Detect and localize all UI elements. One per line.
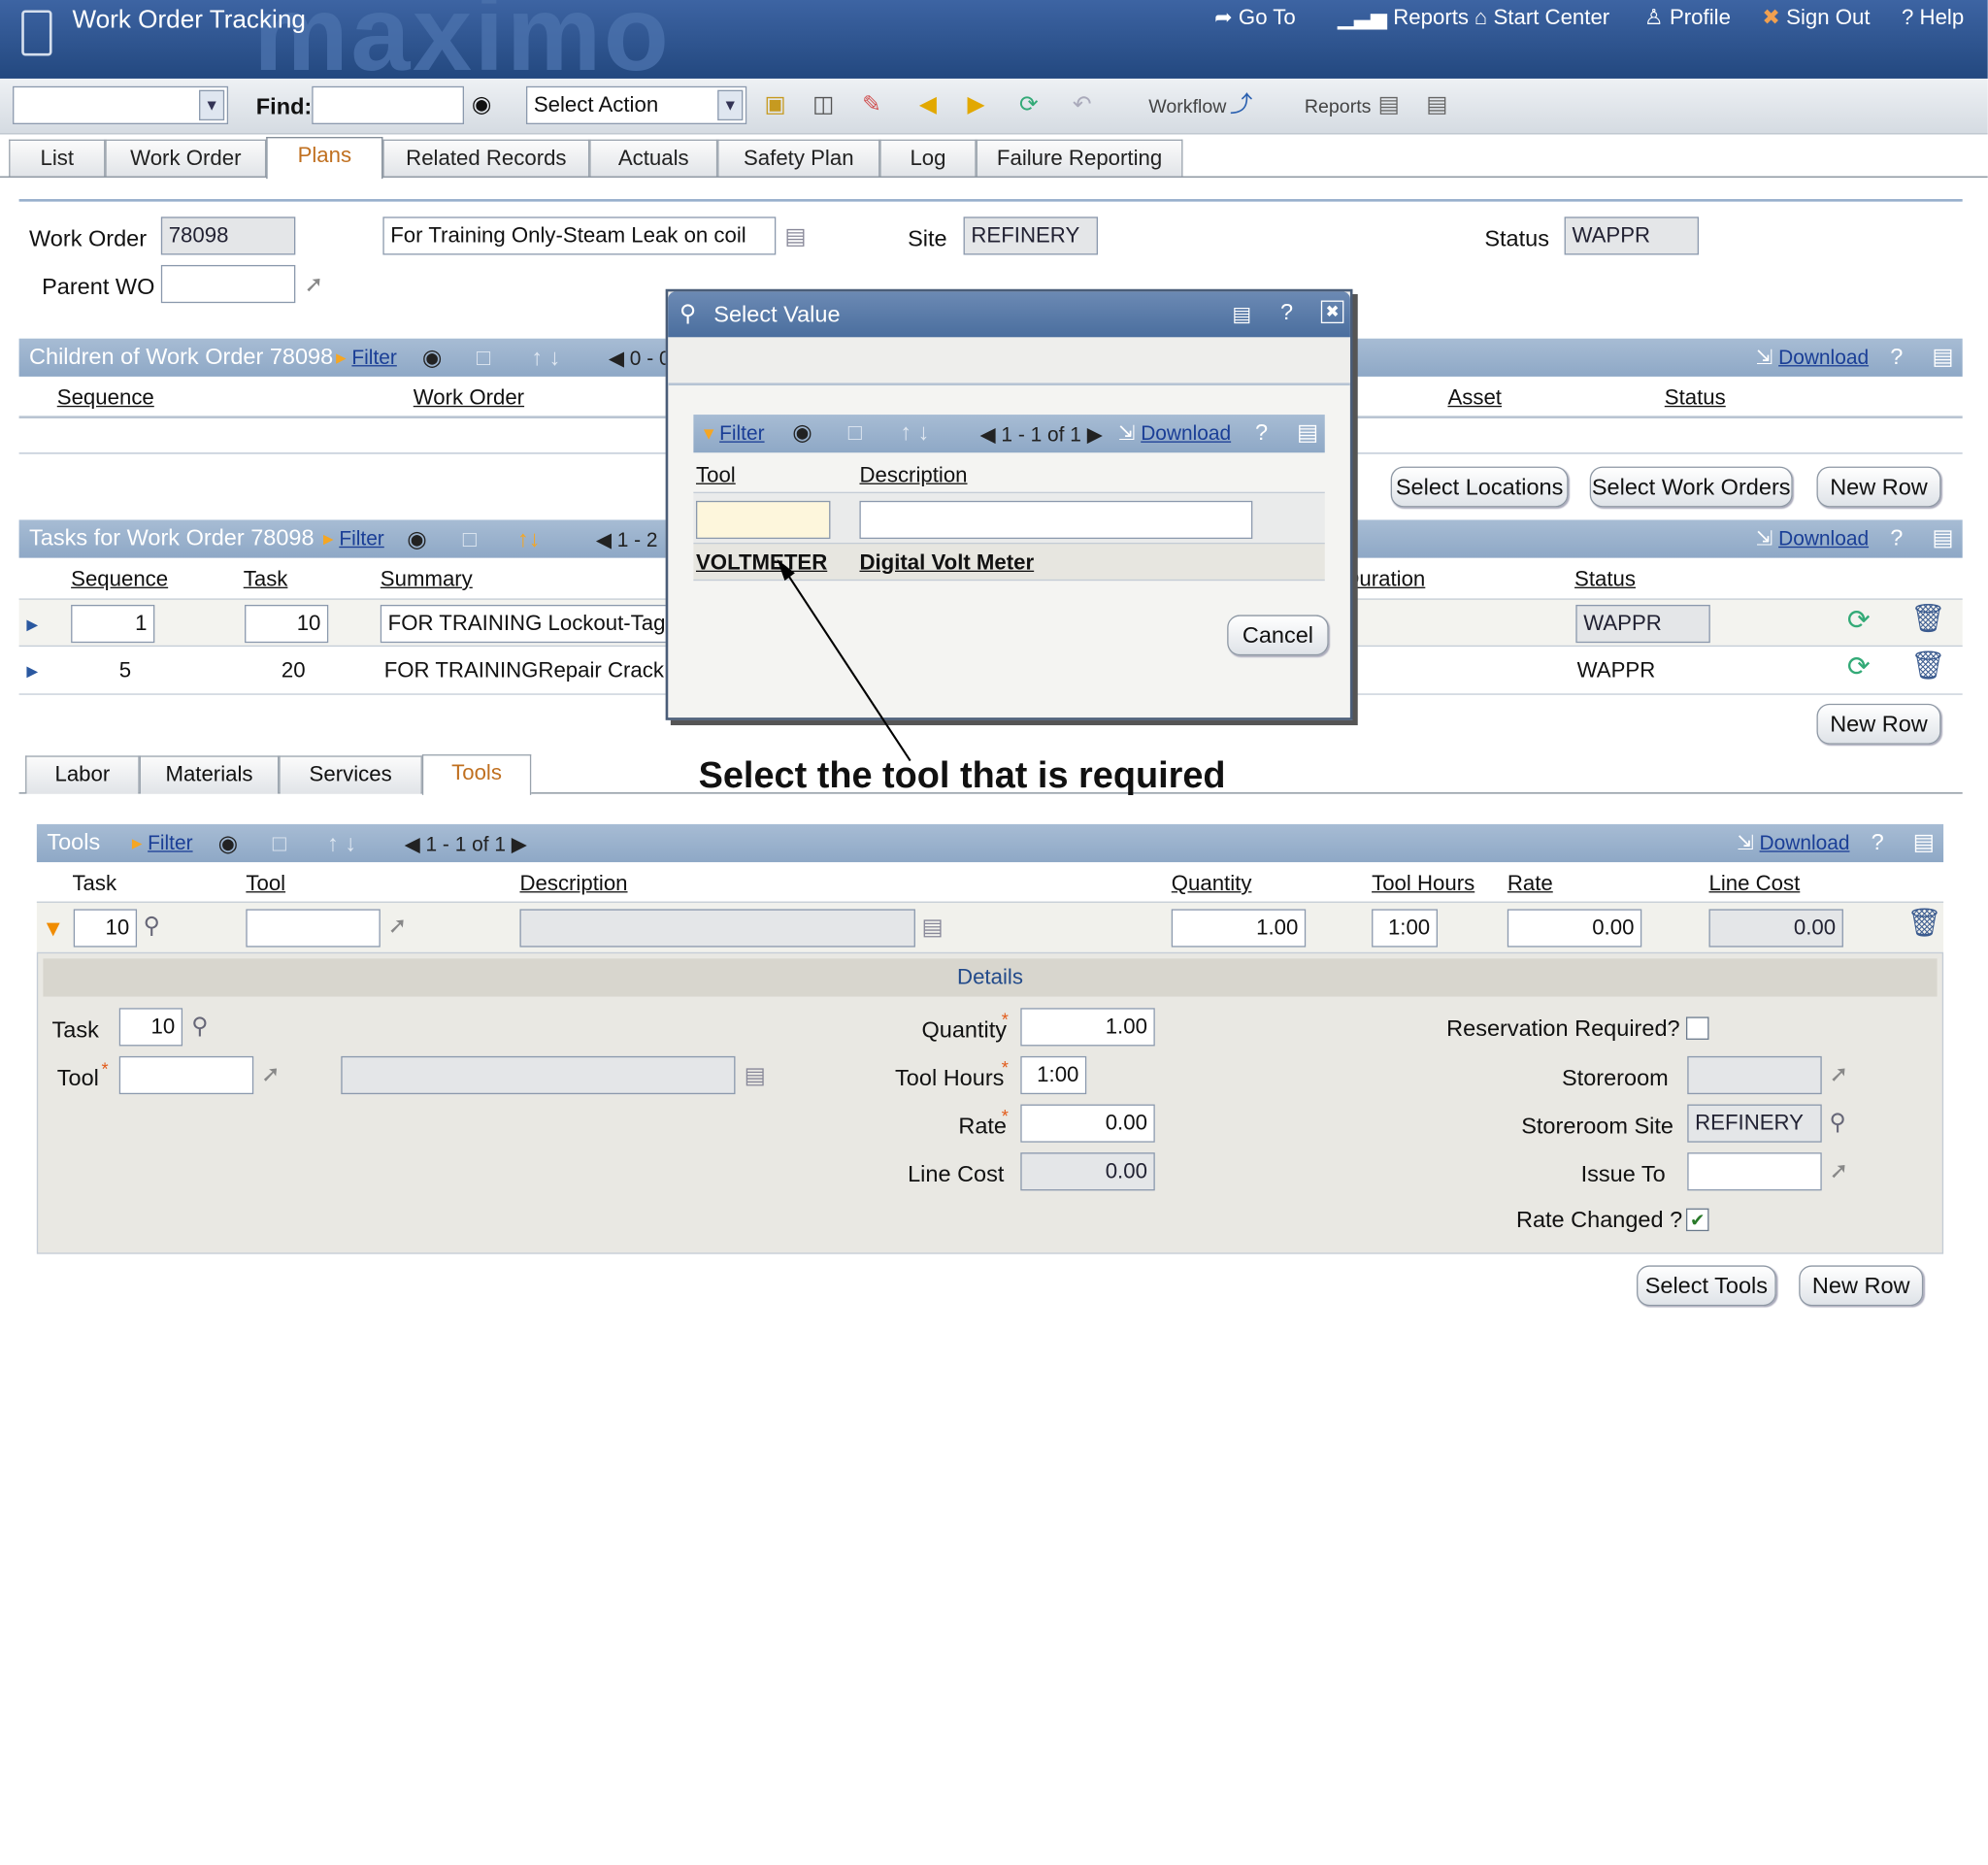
annotation-text: Select the tool that is required: [698, 755, 1226, 797]
annotation-arrow-line: [782, 567, 911, 762]
annotation-arrow: [777, 558, 911, 762]
annotation-arrowhead: [777, 558, 795, 582]
